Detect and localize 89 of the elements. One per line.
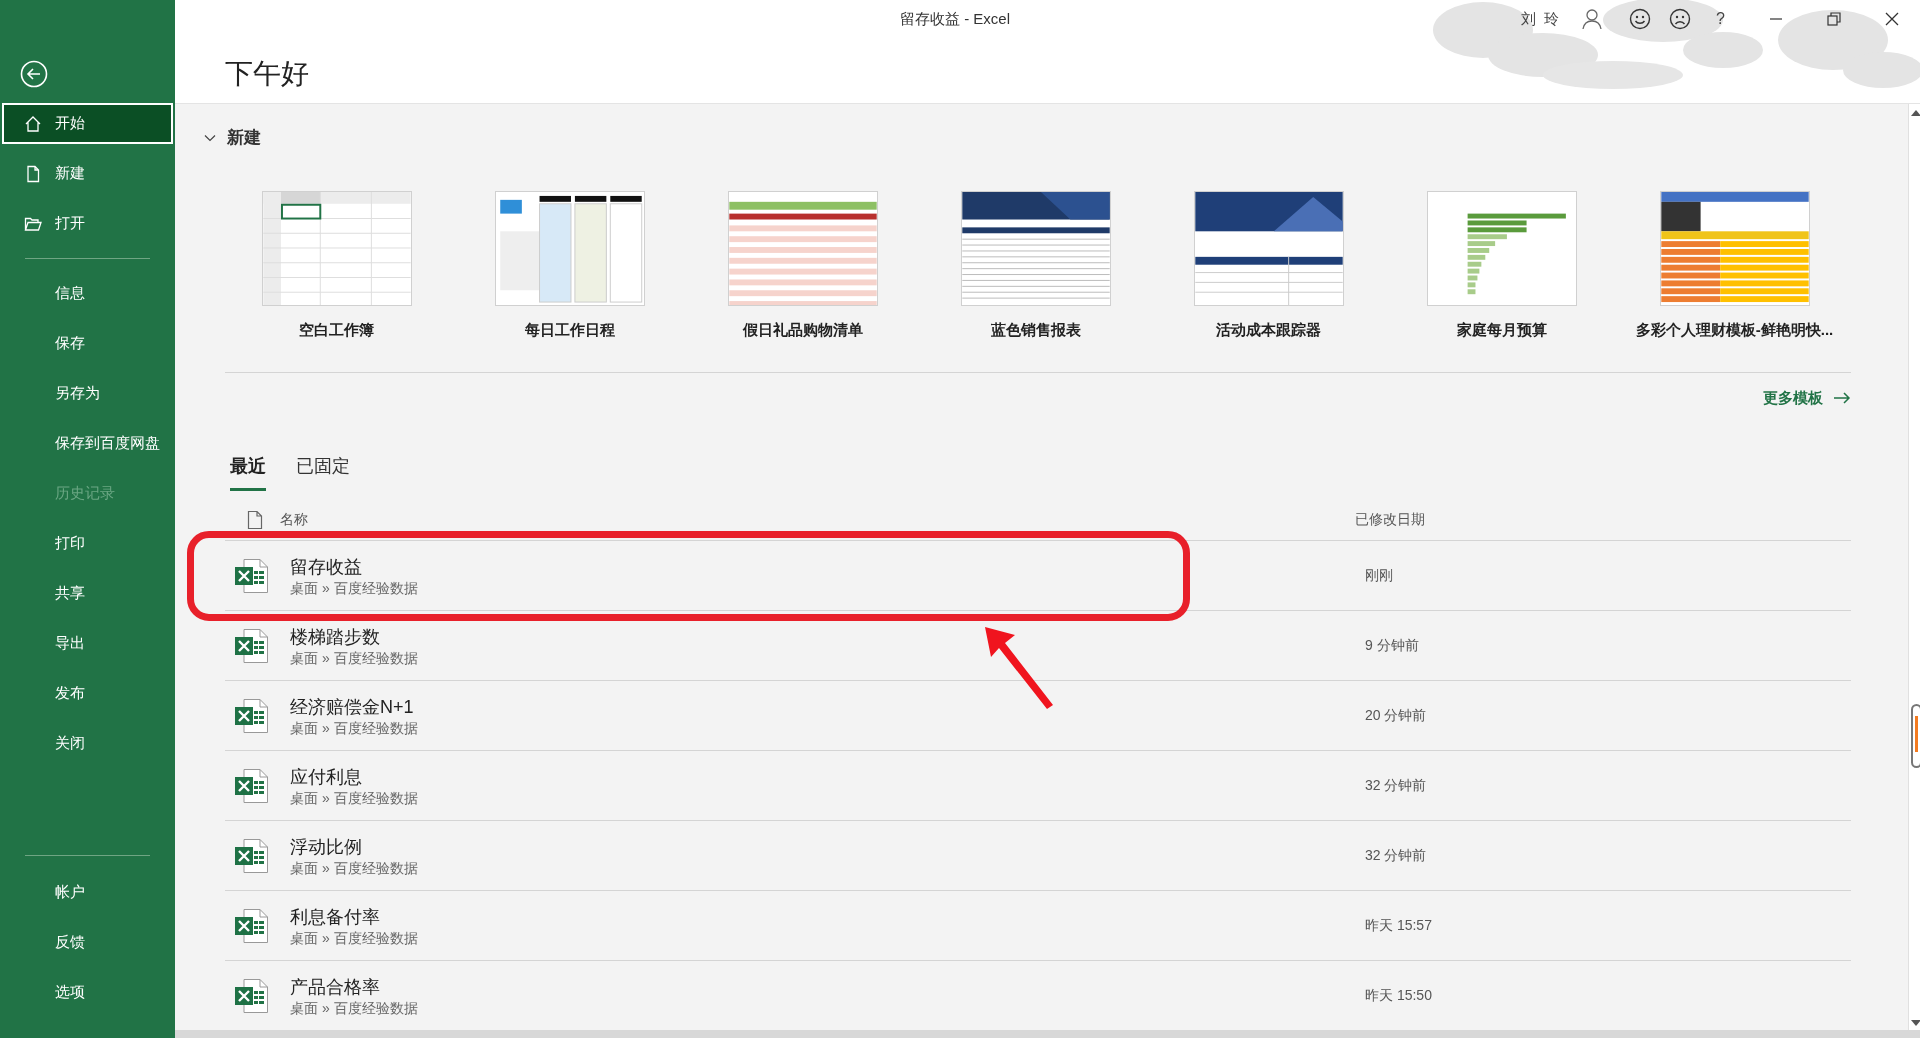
excel-file-icon xyxy=(234,767,269,804)
template-tile[interactable]: 多彩个人理财模板-鲜艳明快... xyxy=(1618,191,1851,342)
file-name: 浮动比例 xyxy=(290,835,363,859)
sidebar-item[interactable]: 保存到百度网盘 xyxy=(2,423,173,464)
file-name: 经济赔偿金N+1 xyxy=(290,695,415,719)
modified-date: 20 分钟前 xyxy=(1365,706,1427,725)
file-row[interactable]: 留存收益 桌面 » 百度经验数据 刚刚 xyxy=(225,541,1851,611)
user-icon[interactable] xyxy=(1581,8,1604,30)
excel-file-icon xyxy=(234,837,269,874)
file-row[interactable]: 利息备付率 桌面 » 百度经验数据 昨天 15:57 xyxy=(225,891,1851,961)
user-name: 刘 玲 xyxy=(1520,8,1562,29)
file-row[interactable]: 浮动比例 桌面 » 百度经验数据 32 分钟前 xyxy=(225,821,1851,891)
window-title: 留存收益 - Excel xyxy=(900,9,1010,29)
column-header: 名称 xyxy=(280,510,309,529)
document-icon xyxy=(24,164,42,183)
close-icon[interactable] xyxy=(1885,12,1899,26)
modified-date: 昨天 15:50 xyxy=(1365,986,1432,1005)
recent-tab[interactable]: 最近 xyxy=(230,453,266,491)
column-header: 已修改日期 xyxy=(1355,510,1425,529)
sidebar-item[interactable]: 打开 xyxy=(2,203,173,244)
sidebar-item[interactable]: 关闭 xyxy=(2,723,173,764)
scroll-up-icon[interactable] xyxy=(1911,110,1920,116)
modified-date: 刚刚 xyxy=(1365,566,1393,585)
home-icon xyxy=(24,114,42,133)
sidebar-item[interactable]: 另存为 xyxy=(2,373,173,414)
file-path: 桌面 » 百度经验数据 xyxy=(290,998,419,1017)
file-path: 桌面 » 百度经验数据 xyxy=(290,788,419,807)
template-label: 蓝色销售报表 xyxy=(990,320,1081,340)
sidebar-item[interactable]: 保存 xyxy=(2,323,173,364)
template-tile[interactable]: 家庭每月预算 xyxy=(1385,191,1618,342)
template-tile[interactable]: 活动成本跟踪器 xyxy=(1152,191,1385,342)
sidebar-item[interactable]: 选项 xyxy=(2,972,173,1013)
template-label: 每日工作日程 xyxy=(524,320,615,340)
template-tile[interactable]: 假日礼品购物清单 xyxy=(686,191,919,342)
template-tile[interactable]: 每日工作日程 xyxy=(453,191,686,342)
sidebar-item[interactable]: 共享 xyxy=(2,573,173,614)
file-name: 应付利息 xyxy=(290,765,363,789)
excel-file-icon xyxy=(234,907,269,944)
template-label: 假日礼品购物清单 xyxy=(742,320,863,340)
more-templates-link[interactable]: 更多模板 xyxy=(1763,386,1851,409)
sidebar-item[interactable]: 导出 xyxy=(2,623,173,664)
sidebar-item[interactable]: 打印 xyxy=(2,523,173,564)
file-row[interactable]: 楼梯踏步数 桌面 » 百度经验数据 9 分钟前 xyxy=(225,611,1851,681)
horizontal-scrollbar[interactable] xyxy=(175,1030,1920,1038)
excel-file-icon xyxy=(234,977,269,1014)
modified-date: 32 分钟前 xyxy=(1365,846,1427,865)
file-name: 留存收益 xyxy=(290,555,363,579)
file-path: 桌面 » 百度经验数据 xyxy=(290,648,419,667)
file-path: 桌面 » 百度经验数据 xyxy=(290,718,419,737)
scrollbar[interactable] xyxy=(1908,104,1920,1030)
file-name: 利息备付率 xyxy=(290,905,381,929)
template-tile[interactable]: 蓝色销售报表 xyxy=(919,191,1152,342)
smile-icon[interactable] xyxy=(1629,8,1652,30)
excel-file-icon xyxy=(234,557,269,594)
sidebar-item[interactable]: 帐户 xyxy=(2,872,173,913)
template-label: 活动成本跟踪器 xyxy=(1216,320,1321,340)
scroll-down-icon[interactable] xyxy=(1911,1020,1920,1026)
recent-tab[interactable]: 已固定 xyxy=(296,453,350,491)
template-tile[interactable]: 空白工作簿 xyxy=(220,191,453,342)
document-icon xyxy=(247,509,263,530)
arrow-right-icon xyxy=(1833,390,1851,405)
modified-date: 9 分钟前 xyxy=(1365,636,1419,655)
file-row[interactable]: 经济赔偿金N+1 桌面 » 百度经验数据 20 分钟前 xyxy=(225,681,1851,751)
scroll-thumb[interactable] xyxy=(1910,704,1920,768)
excel-file-icon xyxy=(234,627,269,664)
template-label: 空白工作簿 xyxy=(299,320,374,340)
modified-date: 32 分钟前 xyxy=(1365,776,1427,795)
greeting-heading: 下午好 xyxy=(225,60,309,88)
file-path: 桌面 » 百度经验数据 xyxy=(290,858,419,877)
file-name: 楼梯踏步数 xyxy=(290,625,381,649)
file-name: 产品合格率 xyxy=(290,975,381,999)
sidebar-item[interactable]: 开始 xyxy=(2,103,173,144)
sidebar-item[interactable]: 新建 xyxy=(2,153,173,194)
excel-file-icon xyxy=(234,697,269,734)
restore-icon[interactable] xyxy=(1827,12,1841,26)
section-header[interactable]: 新建 xyxy=(203,126,1851,150)
template-label: 家庭每月预算 xyxy=(1456,320,1547,340)
sidebar-item[interactable]: 发布 xyxy=(2,673,173,714)
help-button[interactable]: ? xyxy=(1716,7,1725,31)
section-heading: 新建 xyxy=(227,127,261,150)
frown-icon[interactable] xyxy=(1669,8,1692,30)
sidebar-item[interactable]: 信息 xyxy=(2,273,173,314)
modified-date: 昨天 15:57 xyxy=(1365,916,1432,935)
file-path: 桌面 » 百度经验数据 xyxy=(290,928,419,947)
sidebar-item[interactable]: 反馈 xyxy=(2,922,173,963)
template-label: 多彩个人理财模板-鲜艳明快... xyxy=(1635,320,1834,340)
back-icon[interactable] xyxy=(20,60,48,88)
file-row[interactable]: 应付利息 桌面 » 百度经验数据 32 分钟前 xyxy=(225,751,1851,821)
file-path: 桌面 » 百度经验数据 xyxy=(290,578,419,597)
